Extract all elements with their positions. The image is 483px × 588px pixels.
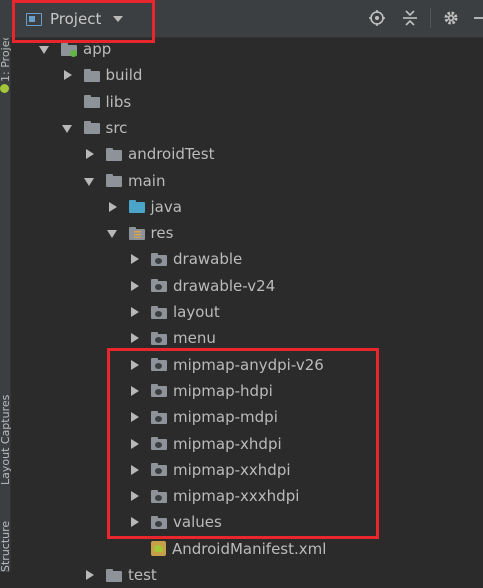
collapsed-arrow-icon[interactable]: [128, 253, 142, 265]
tree-node[interactable]: drawable-v24: [10, 273, 483, 299]
tree-node-label: layout: [173, 303, 220, 321]
manifest-file-icon: [151, 541, 166, 557]
folder-icon: [83, 121, 100, 135]
expanded-arrow-icon[interactable]: [83, 175, 97, 187]
tree-node-label: drawable-v24: [173, 276, 276, 295]
folder-icon: [106, 174, 122, 187]
expanded-arrow-icon[interactable]: [38, 43, 52, 55]
collapsed-arrow-icon[interactable]: [128, 332, 142, 344]
java-source-folder-icon: [128, 200, 145, 214]
collapsed-arrow-icon[interactable]: [128, 516, 142, 528]
tree-node-label: test: [128, 566, 157, 584]
tree-node[interactable]: res: [10, 220, 483, 246]
tree-node-label: mipmap-xxhdpi: [173, 460, 291, 479]
collapsed-arrow-icon[interactable]: [83, 569, 97, 581]
tree-node[interactable]: mipmap-mdpi: [10, 404, 483, 430]
tree-node-label: mipmap-xxxhdpi: [173, 487, 300, 506]
resource-directory-icon: [151, 489, 167, 503]
tree-node[interactable]: libs: [10, 89, 483, 115]
view-mode-label: Project: [50, 10, 102, 28]
tree-node[interactable]: src: [10, 115, 483, 141]
tree-node-label: mipmap-hdpi: [173, 381, 273, 400]
resource-directory-icon: [151, 437, 167, 450]
resource-directory-icon: [151, 252, 167, 266]
tree-node-label: java: [150, 197, 182, 216]
expanded-arrow-icon[interactable]: [61, 122, 75, 134]
collapsed-arrow-icon[interactable]: [128, 411, 142, 423]
tree-node-label: androidTest: [128, 145, 215, 164]
folder-icon: [83, 68, 100, 82]
tree-node[interactable]: mipmap-xxhdpi: [10, 457, 483, 483]
folder-icon: [106, 147, 122, 161]
module-folder-icon: [61, 42, 77, 57]
tree-node[interactable]: layout: [10, 299, 483, 325]
folder-icon: [83, 95, 100, 109]
expanded-arrow-icon[interactable]: [106, 227, 120, 239]
collapsed-arrow-icon[interactable]: [106, 201, 120, 213]
collapse-all-icon[interactable]: [401, 9, 419, 27]
collapsed-arrow-icon[interactable]: [83, 148, 97, 160]
tree-node[interactable]: values: [10, 509, 483, 535]
tree-node[interactable]: mipmap-xhdpi: [10, 431, 483, 457]
collapsed-arrow-icon[interactable]: [128, 438, 142, 450]
tree-node-label: mipmap-xhdpi: [173, 434, 282, 453]
folder-icon: [106, 568, 122, 582]
tree-node-label: drawable: [173, 250, 243, 269]
tree-node[interactable]: menu: [10, 325, 483, 351]
collapsed-arrow-icon[interactable]: [128, 306, 142, 318]
tree-node-label: mipmap-anydpi-v26: [173, 355, 324, 374]
no-arrow-spacer: [61, 96, 75, 108]
collapsed-arrow-icon[interactable]: [128, 280, 142, 292]
tree-node[interactable]: androidTest: [10, 141, 483, 167]
collapsed-arrow-icon[interactable]: [128, 464, 142, 476]
tree-node[interactable]: build: [10, 62, 483, 88]
tree-node-label: mipmap-mdpi: [173, 408, 278, 427]
gear-icon[interactable]: [442, 9, 460, 27]
android-icon: [0, 84, 9, 93]
tree-node[interactable]: drawable: [10, 246, 483, 272]
tree-node-label: res: [150, 224, 174, 243]
resource-directory-icon: [151, 384, 167, 398]
tree-node-label: app: [83, 40, 112, 58]
tree-node[interactable]: main: [10, 168, 483, 194]
toolbar-separator: [430, 8, 431, 28]
collapsed-arrow-icon[interactable]: [128, 385, 142, 397]
resource-directory-icon: [151, 463, 167, 477]
tree-node-label: main: [128, 171, 166, 190]
collapsed-arrow-icon[interactable]: [128, 359, 142, 371]
tree-node-label: build: [105, 66, 143, 85]
tree-node[interactable]: java: [10, 194, 483, 220]
resource-directory-icon: [151, 331, 167, 345]
no-arrow-spacer: [128, 543, 142, 555]
resource-directory-icon: [151, 410, 167, 424]
tree-node-label: libs: [105, 92, 132, 111]
collapsed-arrow-icon[interactable]: [128, 490, 142, 502]
hide-icon[interactable]: [472, 9, 483, 27]
tree-node[interactable]: mipmap-hdpi: [10, 378, 483, 404]
collapsed-arrow-icon[interactable]: [61, 69, 75, 81]
resources-folder-icon: [128, 226, 145, 240]
tree-node-label: values: [173, 513, 222, 532]
tree-node-label: AndroidManifest.xml: [172, 539, 327, 558]
tree-node[interactable]: AndroidManifest.xml: [10, 536, 483, 562]
resource-directory-icon: [151, 515, 167, 529]
tree-node-label: src: [105, 118, 128, 137]
resource-directory-icon: [151, 305, 167, 319]
tree-node[interactable]: mipmap-anydpi-v26: [10, 352, 483, 378]
tree-node[interactable]: test: [10, 562, 483, 588]
project-panel-header: Project: [10, 0, 483, 38]
dropdown-caret-icon: [113, 16, 124, 22]
tree-node-label: menu: [173, 329, 216, 348]
view-mode-dropdown[interactable]: Project: [26, 7, 124, 31]
resource-directory-icon: [151, 358, 167, 372]
tree-node[interactable]: app: [10, 36, 483, 62]
tree-node[interactable]: mipmap-xxxhdpi: [10, 483, 483, 509]
locate-icon[interactable]: [368, 9, 386, 27]
resource-directory-icon: [151, 279, 167, 293]
project-view-icon: [26, 12, 42, 26]
